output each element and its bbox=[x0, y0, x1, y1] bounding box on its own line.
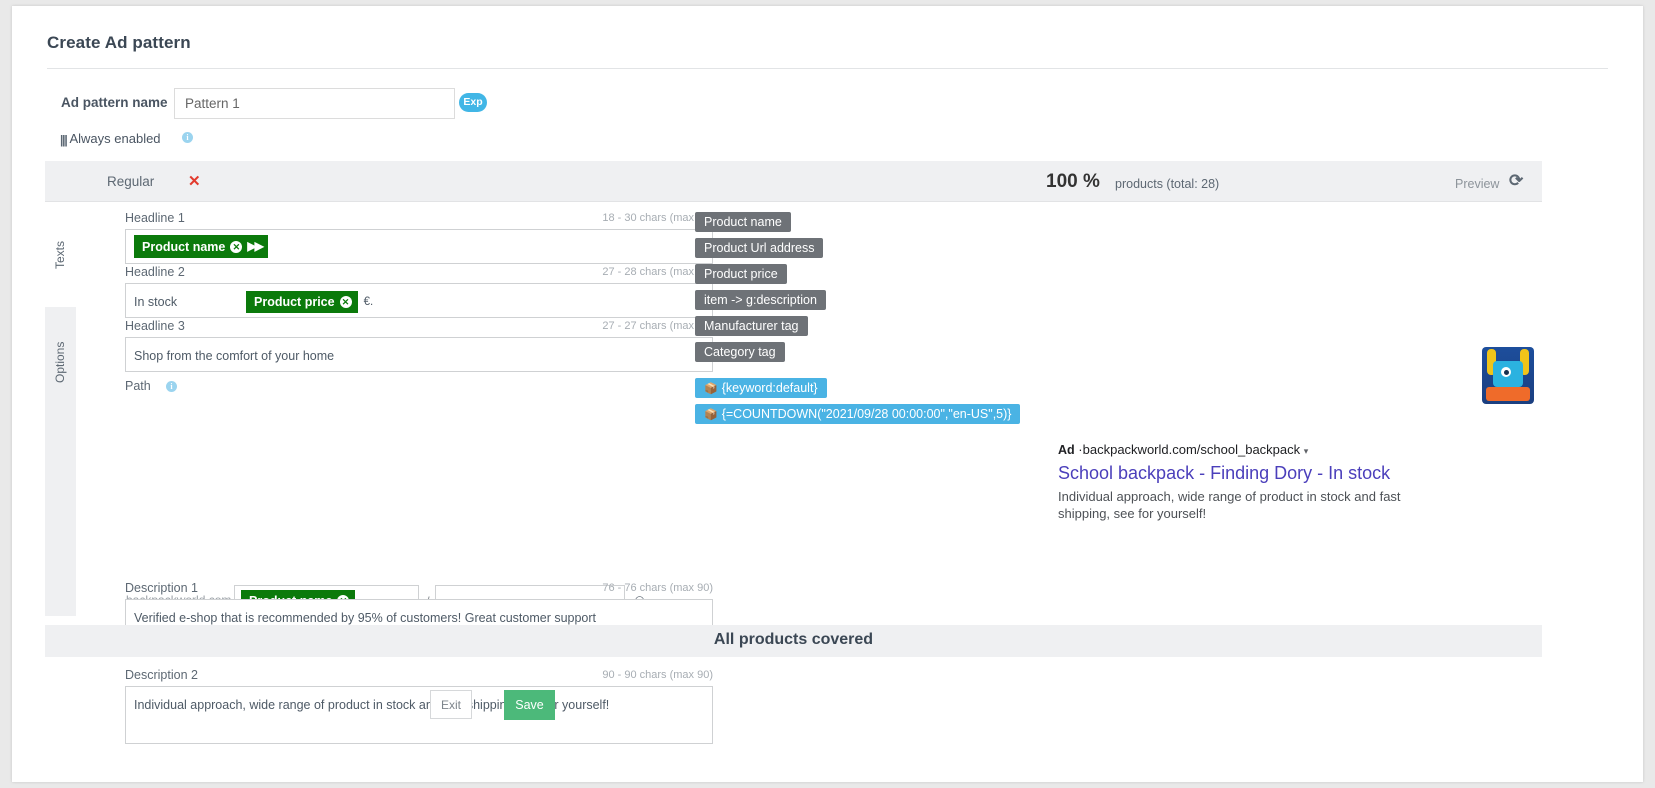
headline3-value: Shop from the comfort of your home bbox=[134, 348, 335, 363]
description2-label: Description 2 bbox=[125, 668, 198, 682]
headline2-charcount: 27 - 28 chars (max 30) bbox=[602, 266, 713, 278]
panel-header: Regular ✕ 100 % products (total: 28) Pre… bbox=[45, 161, 1542, 202]
create-ad-pattern-page: Create Ad pattern Ad pattern name Exp ||… bbox=[12, 6, 1643, 782]
token-fastforward-icon[interactable]: ▶▶ bbox=[247, 239, 264, 253]
ad-badge: Ad bbox=[1058, 443, 1075, 457]
variable-tag-countdown[interactable]: 📦 {=COUNTDOWN("2021/09/28 00:00:00","en-U… bbox=[695, 404, 1021, 424]
preview-label: Preview bbox=[1455, 177, 1500, 191]
variable-tag[interactable]: Category tag bbox=[695, 342, 785, 362]
description1-value: Verified e-shop that is recommended by 9… bbox=[134, 610, 597, 625]
ad-preview: Ad ·backpackworld.com/school_backpack ▾ … bbox=[1030, 202, 1542, 616]
headline1-input[interactable]: Product name ✕ ▶▶ bbox=[125, 229, 713, 264]
schedule-bars-icon: ||| bbox=[60, 133, 68, 147]
headline1-label: Headline 1 bbox=[125, 211, 185, 225]
ad-url-row: Ad ·backpackworld.com/school_backpack ▾ bbox=[1058, 442, 1458, 457]
tab-texts[interactable]: Texts bbox=[45, 202, 76, 307]
variable-tag[interactable]: item -> g:description bbox=[695, 290, 826, 310]
variable-tag[interactable]: Product price bbox=[695, 264, 787, 284]
ad-headline[interactable]: School backpack - Finding Dory - In stoc… bbox=[1058, 462, 1458, 485]
cube-icon: 📦 bbox=[704, 409, 718, 421]
always-enabled-row[interactable]: ||| Always enabled bbox=[60, 130, 161, 148]
token-product-name[interactable]: Product name ✕ ▶▶ bbox=[134, 235, 268, 258]
title-divider bbox=[47, 68, 1608, 69]
headline2-prefix-text: In stock bbox=[134, 295, 178, 309]
headline3-input[interactable]: Shop from the comfort of your home bbox=[125, 337, 713, 372]
token-product-price[interactable]: Product price ✕ bbox=[246, 291, 358, 313]
all-products-covered-text: All products covered bbox=[713, 631, 874, 648]
description2-input[interactable]: Individual approach, wide range of produ… bbox=[125, 686, 713, 744]
tab-options[interactable]: Options bbox=[45, 307, 76, 417]
headline1-charcount: 18 - 30 chars (max 30) bbox=[602, 212, 713, 224]
path-info-icon[interactable]: i bbox=[166, 381, 177, 392]
token-label: Product price bbox=[254, 295, 335, 309]
headline3-label: Headline 3 bbox=[125, 319, 185, 333]
chevron-down-icon[interactable]: ▾ bbox=[1304, 446, 1309, 456]
tab-regular[interactable]: Regular bbox=[107, 174, 154, 189]
variable-tag-keyword[interactable]: 📦 {keyword:default} bbox=[695, 378, 827, 398]
vertical-tabs: Texts Options bbox=[45, 202, 76, 616]
close-icon[interactable]: ✕ bbox=[188, 172, 201, 190]
coverage-percent: 100 % bbox=[1046, 171, 1100, 192]
headline2-label: Headline 2 bbox=[125, 265, 185, 279]
product-thumbnail-image bbox=[1482, 347, 1534, 404]
always-enabled-info-icon[interactable]: i bbox=[182, 132, 193, 143]
exit-button[interactable]: Exit bbox=[430, 690, 472, 719]
token-remove-icon[interactable]: ✕ bbox=[230, 241, 243, 253]
headline3-charcount: 27 - 27 chars (max 30) bbox=[602, 320, 713, 332]
exp-badge[interactable]: Exp bbox=[459, 93, 487, 112]
variable-tag[interactable]: Manufacturer tag bbox=[695, 316, 808, 336]
ad-display-url: backpackworld.com/school_backpack bbox=[1082, 442, 1301, 457]
description2-charcount: 90 - 90 chars (max 90) bbox=[602, 669, 713, 681]
headline2-input[interactable]: In stock Product price ✕ €. bbox=[125, 283, 713, 318]
always-enabled-label: Always enabled bbox=[69, 131, 161, 146]
variable-tag-label: {keyword:default} bbox=[721, 381, 818, 395]
token-label: Product name bbox=[142, 240, 226, 254]
ad-preview-card: Ad ·backpackworld.com/school_backpack ▾ … bbox=[1058, 442, 1458, 523]
path-label: Path bbox=[125, 379, 151, 393]
token-remove-icon[interactable]: ✕ bbox=[339, 296, 352, 308]
variable-tag-label: {=COUNTDOWN("2021/09/28 00:00:00","en-US… bbox=[721, 407, 1012, 421]
ad-pattern-name-label: Ad pattern name bbox=[61, 95, 168, 110]
variable-tag[interactable]: Product name bbox=[695, 212, 791, 232]
fish-pupil bbox=[1504, 370, 1509, 375]
refresh-icon[interactable]: ⟳ bbox=[1509, 171, 1523, 191]
all-products-covered-bar: All products covered bbox=[45, 625, 1542, 657]
backpack-bottom-band bbox=[1486, 387, 1530, 401]
description1-label: Description 1 bbox=[125, 581, 198, 595]
cube-icon: 📦 bbox=[704, 383, 718, 395]
headline2-suffix-text: €. bbox=[363, 296, 374, 308]
page-title: Create Ad pattern bbox=[47, 33, 191, 52]
ad-pattern-panel: Regular ✕ 100 % products (total: 28) Pre… bbox=[45, 161, 1542, 744]
save-button[interactable]: Save bbox=[504, 690, 555, 720]
variable-tag[interactable]: Product Url address bbox=[695, 238, 824, 258]
ad-description: Individual approach, wide range of produ… bbox=[1058, 488, 1401, 522]
coverage-products-total: products (total: 28) bbox=[1115, 177, 1220, 191]
ad-pattern-name-input[interactable] bbox=[174, 88, 455, 119]
description1-charcount: 76 - 76 chars (max 90) bbox=[602, 582, 713, 594]
